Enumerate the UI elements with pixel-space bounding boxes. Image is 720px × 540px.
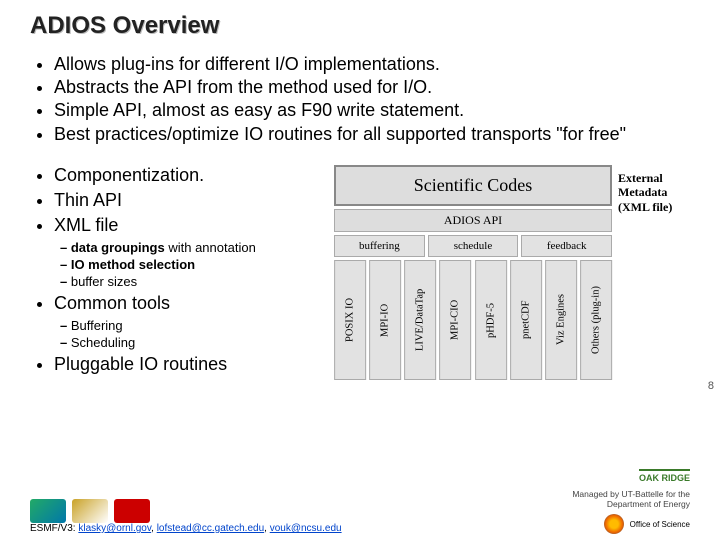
transport-cell: MPI-IO [369, 260, 401, 380]
top-bullets: Allows plug-ins for different I/O implem… [30, 54, 690, 147]
email-link[interactable]: lofstead@cc.gatech.edu [157, 523, 264, 534]
slide: ADIOS Overview Allows plug-ins for diffe… [0, 0, 720, 540]
bullet-item: Componentization. [54, 165, 320, 186]
bullet-item: Common tools Buffering Scheduling [54, 293, 320, 350]
transport-cell: MPI-CIO [439, 260, 471, 380]
sub-bullet: data groupings with annotation [60, 240, 320, 255]
ext-meta-line: External [618, 171, 690, 185]
contact-refs: ESMF/V3: klasky@ornl.gov, lofstead@cc.ga… [30, 523, 342, 534]
georgia-tech-logo-icon [72, 499, 108, 523]
footer-right: Office of Science [604, 514, 690, 534]
ornl-block: OAK RIDGE Managed by UT-Battelle for the… [550, 468, 690, 510]
oak-ridge-logo: OAK RIDGE [639, 469, 690, 483]
transport-cell: pnetCDF [510, 260, 542, 380]
ext-meta-line: Metadata [618, 185, 690, 199]
sub-bullet: IO method selection [60, 257, 320, 272]
bullet-item: Simple API, almost as easy as F90 write … [54, 100, 690, 121]
footer-left: ESMF/V3: klasky@ornl.gov, lofstead@cc.ga… [30, 493, 342, 534]
feature-cell: buffering [334, 235, 425, 257]
bullet-item: XML file data groupings with annotation … [54, 215, 320, 289]
common-sub-bullets: Buffering Scheduling [54, 318, 320, 350]
sub-bold: data groupings [71, 240, 165, 255]
adios-api-box: ADIOS API [334, 209, 612, 232]
page-title: ADIOS Overview [30, 12, 690, 40]
sdm-logo-icon [30, 499, 66, 523]
lower-columns: Componentization. Thin API XML file data… [30, 165, 690, 380]
office-of-science-icon [604, 514, 624, 534]
external-metadata-label: External Metadata (XML file) [618, 165, 690, 214]
left-column: Componentization. Thin API XML file data… [30, 165, 320, 380]
email-link[interactable]: vouk@ncsu.edu [270, 523, 342, 534]
right-column: Scientific Codes ADIOS API buffering sch… [334, 165, 690, 380]
sub-bold: IO method selection [71, 257, 195, 272]
sponsor-logos [30, 499, 342, 523]
feature-cell: feedback [521, 235, 612, 257]
transport-cell: pHDF-5 [475, 260, 507, 380]
refs-prefix: ESMF/V3: [30, 523, 78, 534]
bullet-label: Common tools [54, 293, 170, 313]
sub-bullet: Scheduling [60, 335, 320, 350]
transport-cell: LIVE/DataTap [404, 260, 436, 380]
office-label: Office of Science [630, 520, 690, 529]
managed-by-text: Managed by UT-Battelle for the Departmen… [550, 490, 690, 510]
email-link[interactable]: klasky@ornl.gov [78, 523, 151, 534]
bullet-item: Abstracts the API from the method used f… [54, 77, 690, 98]
ncstate-logo-icon [114, 499, 150, 523]
ext-meta-line: (XML file) [618, 200, 690, 214]
architecture-diagram: Scientific Codes ADIOS API buffering sch… [334, 165, 612, 380]
sub-rest: buffer sizes [71, 274, 137, 289]
bullet-label: XML file [54, 215, 118, 235]
sub-bullet: buffer sizes [60, 274, 320, 289]
content-area: Allows plug-ins for different I/O implem… [30, 54, 690, 380]
transport-cell: Others (plug-in) [580, 260, 612, 380]
bullet-item: Thin API [54, 190, 320, 211]
sub-bullet: Buffering [60, 318, 320, 333]
scientific-codes-box: Scientific Codes [334, 165, 612, 206]
bullet-item: Pluggable IO routines [54, 354, 320, 375]
transport-cell: Viz Engines [545, 260, 577, 380]
page-number: 8 [708, 380, 714, 392]
feature-row: buffering schedule feedback [334, 235, 612, 257]
secondary-bullets: Componentization. Thin API XML file data… [30, 165, 320, 375]
xml-sub-bullets: data groupings with annotation IO method… [54, 240, 320, 289]
transports-row: POSIX IO MPI-IO LIVE/DataTap MPI-CIO pHD… [334, 260, 612, 380]
sub-rest: with annotation [165, 240, 256, 255]
feature-cell: schedule [428, 235, 519, 257]
transport-cell: POSIX IO [334, 260, 366, 380]
bullet-item: Allows plug-ins for different I/O implem… [54, 54, 690, 75]
bullet-item: Best practices/optimize IO routines for … [54, 124, 690, 145]
